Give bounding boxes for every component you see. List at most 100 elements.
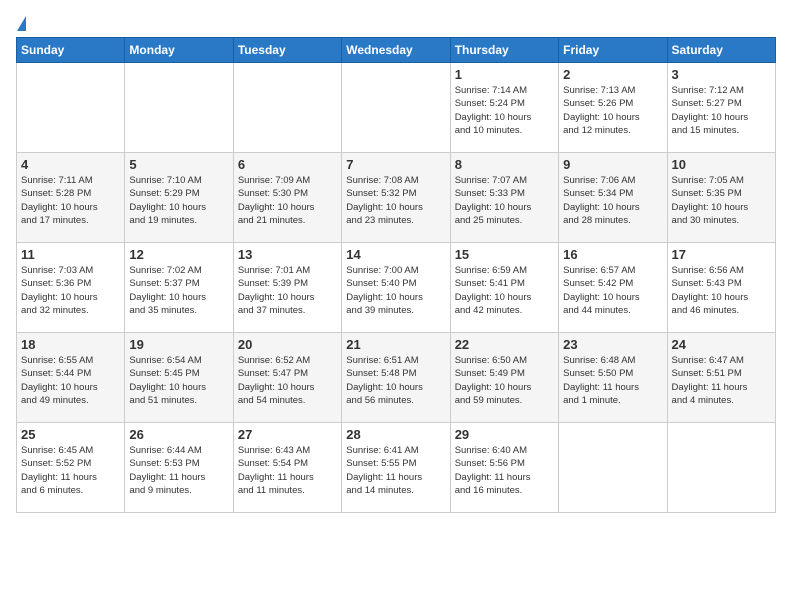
day-info: Sunrise: 6:57 AM Sunset: 5:42 PM Dayligh… bbox=[563, 264, 662, 317]
day-info: Sunrise: 6:43 AM Sunset: 5:54 PM Dayligh… bbox=[238, 444, 337, 497]
day-number: 1 bbox=[455, 67, 554, 82]
day-info: Sunrise: 7:10 AM Sunset: 5:29 PM Dayligh… bbox=[129, 174, 228, 227]
calendar-cell: 26 Sunrise: 6:44 AM Sunset: 5:53 PM Dayli… bbox=[125, 423, 233, 513]
day-header: Sunday bbox=[17, 38, 125, 63]
calendar-cell bbox=[125, 63, 233, 153]
day-number: 16 bbox=[563, 247, 662, 262]
day-header: Thursday bbox=[450, 38, 558, 63]
calendar-cell: 23Sunrise: 6:48 AM Sunset: 5:50 PM Dayli… bbox=[559, 333, 667, 423]
day-number: 26 bbox=[129, 427, 228, 442]
day-info: Sunrise: 7:06 AM Sunset: 5:34 PM Dayligh… bbox=[563, 174, 662, 227]
calendar-cell: 3 Sunrise: 7:12 AM Sunset: 5:27 PM Daylig… bbox=[667, 63, 775, 153]
logo bbox=[16, 16, 26, 29]
day-number: 12 bbox=[129, 247, 228, 262]
day-info: Sunrise: 7:00 AM Sunset: 5:40 PM Dayligh… bbox=[346, 264, 445, 317]
day-header: Friday bbox=[559, 38, 667, 63]
day-info: Sunrise: 7:01 AM Sunset: 5:39 PM Dayligh… bbox=[238, 264, 337, 317]
day-number: 21 bbox=[346, 337, 445, 352]
calendar-cell: 12 Sunrise: 7:02 AM Sunset: 5:37 PM Dayli… bbox=[125, 243, 233, 333]
calendar-cell: 24 Sunrise: 6:47 AM Sunset: 5:51 PM Dayli… bbox=[667, 333, 775, 423]
calendar-cell: 7 Sunrise: 7:08 AM Sunset: 5:32 PM Daylig… bbox=[342, 153, 450, 243]
page-header bbox=[16, 16, 776, 29]
day-header: Tuesday bbox=[233, 38, 341, 63]
calendar-cell: 8 Sunrise: 7:07 AM Sunset: 5:33 PM Daylig… bbox=[450, 153, 558, 243]
calendar-cell: 2 Sunrise: 7:13 AM Sunset: 5:26 PM Daylig… bbox=[559, 63, 667, 153]
day-info: Sunrise: 7:08 AM Sunset: 5:32 PM Dayligh… bbox=[346, 174, 445, 227]
calendar-cell: 18 Sunrise: 6:55 AM Sunset: 5:44 PM Dayli… bbox=[17, 333, 125, 423]
calendar-cell: 28 Sunrise: 6:41 AM Sunset: 5:55 PM Dayli… bbox=[342, 423, 450, 513]
day-number: 2 bbox=[563, 67, 662, 82]
day-header: Saturday bbox=[667, 38, 775, 63]
day-info: Sunrise: 7:11 AM Sunset: 5:28 PM Dayligh… bbox=[21, 174, 120, 227]
calendar-cell: 1 Sunrise: 7:14 AM Sunset: 5:24 PM Daylig… bbox=[450, 63, 558, 153]
day-number: 22 bbox=[455, 337, 554, 352]
calendar-cell: 5 Sunrise: 7:10 AM Sunset: 5:29 PM Daylig… bbox=[125, 153, 233, 243]
day-number: 17 bbox=[672, 247, 771, 262]
calendar-cell: 27 Sunrise: 6:43 AM Sunset: 5:54 PM Dayli… bbox=[233, 423, 341, 513]
day-number: 23 bbox=[563, 337, 662, 352]
day-number: 14 bbox=[346, 247, 445, 262]
day-number: 9 bbox=[563, 157, 662, 172]
day-info: Sunrise: 7:02 AM Sunset: 5:37 PM Dayligh… bbox=[129, 264, 228, 317]
calendar-cell: 29 Sunrise: 6:40 AM Sunset: 5:56 PM Dayli… bbox=[450, 423, 558, 513]
calendar-cell: 25 Sunrise: 6:45 AM Sunset: 5:52 PM Dayli… bbox=[17, 423, 125, 513]
calendar-cell: 20 Sunrise: 6:52 AM Sunset: 5:47 PM Dayli… bbox=[233, 333, 341, 423]
day-number: 28 bbox=[346, 427, 445, 442]
calendar-cell: 16 Sunrise: 6:57 AM Sunset: 5:42 PM Dayli… bbox=[559, 243, 667, 333]
calendar-cell: 22 Sunrise: 6:50 AM Sunset: 5:49 PM Dayli… bbox=[450, 333, 558, 423]
day-number: 8 bbox=[455, 157, 554, 172]
day-info: Sunrise: 7:03 AM Sunset: 5:36 PM Dayligh… bbox=[21, 264, 120, 317]
calendar-cell bbox=[667, 423, 775, 513]
day-info: Sunrise: 6:59 AM Sunset: 5:41 PM Dayligh… bbox=[455, 264, 554, 317]
day-number: 3 bbox=[672, 67, 771, 82]
calendar-cell: 6 Sunrise: 7:09 AM Sunset: 5:30 PM Daylig… bbox=[233, 153, 341, 243]
day-number: 19 bbox=[129, 337, 228, 352]
calendar-cell: 15 Sunrise: 6:59 AM Sunset: 5:41 PM Dayli… bbox=[450, 243, 558, 333]
calendar-cell: 9 Sunrise: 7:06 AM Sunset: 5:34 PM Daylig… bbox=[559, 153, 667, 243]
calendar-cell: 11 Sunrise: 7:03 AM Sunset: 5:36 PM Dayli… bbox=[17, 243, 125, 333]
day-info: Sunrise: 6:54 AM Sunset: 5:45 PM Dayligh… bbox=[129, 354, 228, 407]
day-info: Sunrise: 7:12 AM Sunset: 5:27 PM Dayligh… bbox=[672, 84, 771, 137]
calendar-cell: 14 Sunrise: 7:00 AM Sunset: 5:40 PM Dayli… bbox=[342, 243, 450, 333]
day-number: 11 bbox=[21, 247, 120, 262]
day-number: 4 bbox=[21, 157, 120, 172]
day-info: Sunrise: 7:13 AM Sunset: 5:26 PM Dayligh… bbox=[563, 84, 662, 137]
day-info: Sunrise: 6:47 AM Sunset: 5:51 PM Dayligh… bbox=[672, 354, 771, 407]
calendar-table: SundayMondayTuesdayWednesdayThursdayFrid… bbox=[16, 37, 776, 513]
day-number: 27 bbox=[238, 427, 337, 442]
calendar-cell bbox=[559, 423, 667, 513]
calendar-cell: 4 Sunrise: 7:11 AM Sunset: 5:28 PM Daylig… bbox=[17, 153, 125, 243]
calendar-cell: 10 Sunrise: 7:05 AM Sunset: 5:35 PM Dayli… bbox=[667, 153, 775, 243]
day-info: Sunrise: 6:40 AM Sunset: 5:56 PM Dayligh… bbox=[455, 444, 554, 497]
day-header: Wednesday bbox=[342, 38, 450, 63]
day-info: Sunrise: 6:55 AM Sunset: 5:44 PM Dayligh… bbox=[21, 354, 120, 407]
day-number: 29 bbox=[455, 427, 554, 442]
day-number: 25 bbox=[21, 427, 120, 442]
calendar-cell bbox=[17, 63, 125, 153]
day-number: 5 bbox=[129, 157, 228, 172]
day-info: Sunrise: 6:41 AM Sunset: 5:55 PM Dayligh… bbox=[346, 444, 445, 497]
day-number: 15 bbox=[455, 247, 554, 262]
day-info: Sunrise: 6:45 AM Sunset: 5:52 PM Dayligh… bbox=[21, 444, 120, 497]
day-info: Sunrise: 7:05 AM Sunset: 5:35 PM Dayligh… bbox=[672, 174, 771, 227]
day-number: 20 bbox=[238, 337, 337, 352]
day-number: 18 bbox=[21, 337, 120, 352]
day-header: Monday bbox=[125, 38, 233, 63]
day-info: Sunrise: 6:56 AM Sunset: 5:43 PM Dayligh… bbox=[672, 264, 771, 317]
day-info: Sunrise: 7:14 AM Sunset: 5:24 PM Dayligh… bbox=[455, 84, 554, 137]
day-info: Sunrise: 6:44 AM Sunset: 5:53 PM Dayligh… bbox=[129, 444, 228, 497]
day-info: Sunrise: 6:52 AM Sunset: 5:47 PM Dayligh… bbox=[238, 354, 337, 407]
calendar-cell: 17 Sunrise: 6:56 AM Sunset: 5:43 PM Dayli… bbox=[667, 243, 775, 333]
day-number: 24 bbox=[672, 337, 771, 352]
calendar-cell: 21Sunrise: 6:51 AM Sunset: 5:48 PM Dayli… bbox=[342, 333, 450, 423]
day-info: Sunrise: 7:07 AM Sunset: 5:33 PM Dayligh… bbox=[455, 174, 554, 227]
calendar-cell: 19 Sunrise: 6:54 AM Sunset: 5:45 PM Dayli… bbox=[125, 333, 233, 423]
calendar-cell: 13 Sunrise: 7:01 AM Sunset: 5:39 PM Dayli… bbox=[233, 243, 341, 333]
day-number: 7 bbox=[346, 157, 445, 172]
day-number: 13 bbox=[238, 247, 337, 262]
day-number: 6 bbox=[238, 157, 337, 172]
day-number: 10 bbox=[672, 157, 771, 172]
day-info: Sunrise: 7:09 AM Sunset: 5:30 PM Dayligh… bbox=[238, 174, 337, 227]
day-info: Sunrise: 6:50 AM Sunset: 5:49 PM Dayligh… bbox=[455, 354, 554, 407]
calendar-cell bbox=[233, 63, 341, 153]
